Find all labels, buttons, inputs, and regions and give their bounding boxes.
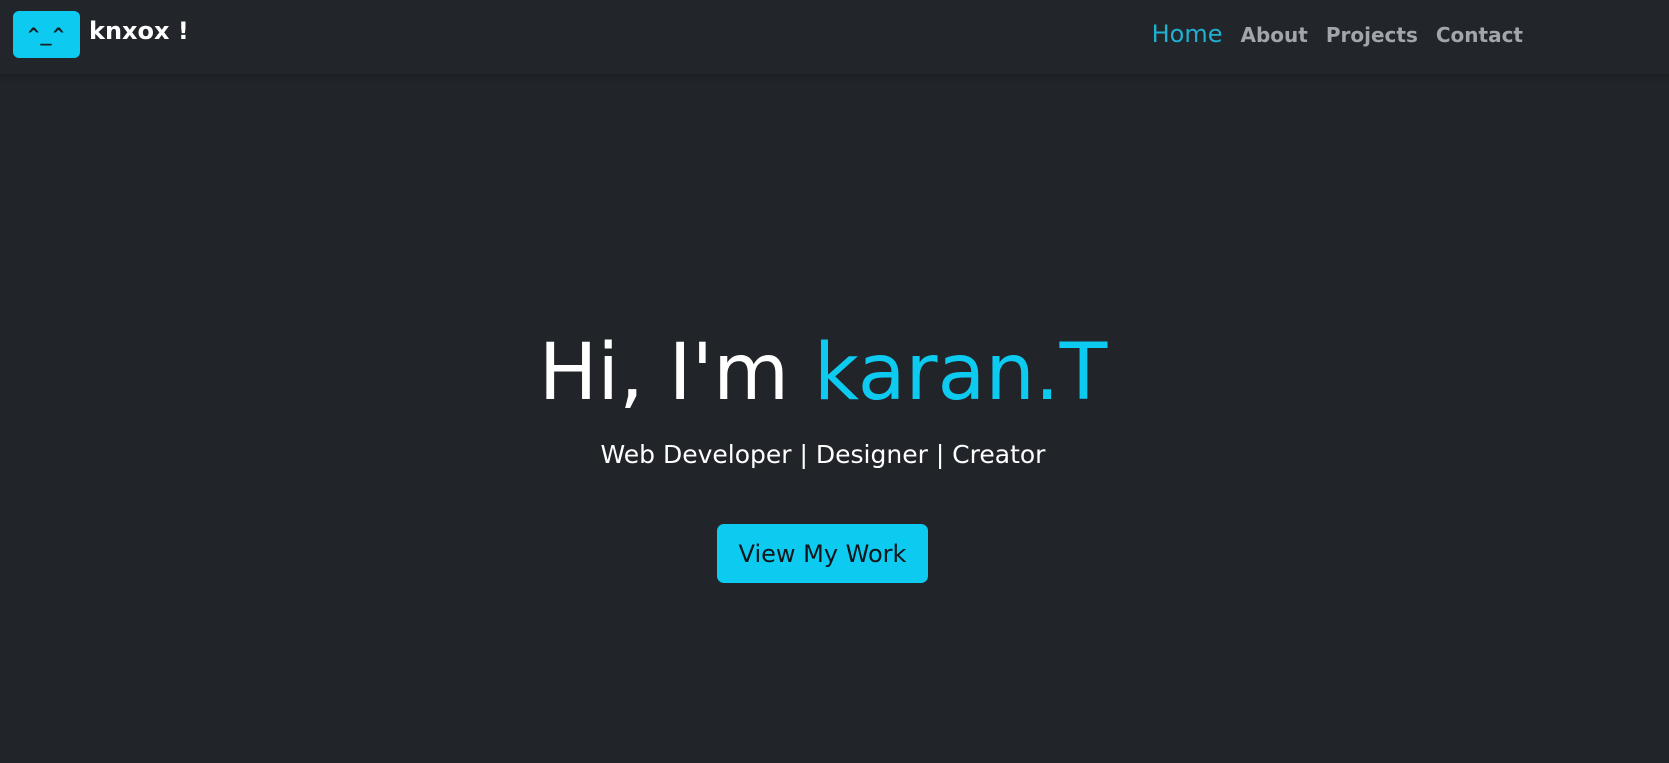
hero-section: Hi, I'm karan.T Web Developer | Designer… [0,74,1669,763]
brand-name[interactable]: knxox ! [89,17,189,45]
hero-greeting: Hi, I'm [538,328,814,418]
logo-face-icon[interactable]: ^_^ [13,11,80,58]
hero-subtitle: Web Developer | Designer | Creator [600,440,1046,469]
navbar: ^_^ knxox ! Home About Projects Contact [0,0,1669,74]
nav-link-about[interactable]: About [1241,23,1308,47]
nav-link-home[interactable]: Home [1152,20,1223,48]
view-work-button[interactable]: View My Work [717,524,928,583]
nav-links: Home About Projects Contact [1134,20,1523,48]
hero-name: karan.T [813,328,1108,418]
hero-title: Hi, I'm karan.T [0,328,1646,418]
nav-link-contact[interactable]: Contact [1436,23,1523,47]
nav-link-projects[interactable]: Projects [1326,23,1418,47]
brand[interactable]: ^_^ knxox ! [13,11,189,58]
